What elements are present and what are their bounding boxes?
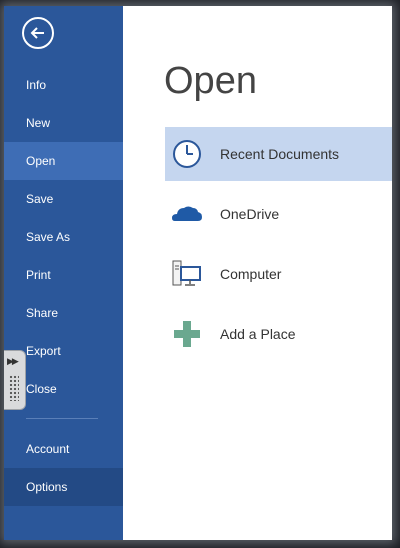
- location-computer[interactable]: Computer: [165, 247, 392, 301]
- open-pane: Open Recent Documents OneDrive Computer …: [123, 6, 392, 540]
- nav-item-save[interactable]: Save: [4, 180, 123, 218]
- backstage-sidebar: Info New Open Save Save As Print Share E…: [4, 6, 123, 540]
- nav-item-account[interactable]: Account: [4, 430, 123, 468]
- back-button[interactable]: [22, 17, 54, 49]
- nav-item-open[interactable]: Open: [4, 142, 123, 180]
- nav-item-save-as[interactable]: Save As: [4, 218, 123, 256]
- backstage-window: Info New Open Save Save As Print Share E…: [4, 6, 392, 540]
- side-panel-handle[interactable]: ▶▶: [4, 350, 26, 410]
- clock-icon: [173, 140, 201, 168]
- location-recent-documents[interactable]: Recent Documents: [165, 127, 392, 181]
- location-label: Recent Documents: [220, 146, 340, 162]
- location-onedrive[interactable]: OneDrive: [165, 187, 392, 241]
- location-add-a-place[interactable]: Add a Place: [165, 307, 392, 361]
- back-arrow-icon: [30, 27, 44, 39]
- sidebar-divider: [26, 418, 98, 419]
- location-label: OneDrive: [220, 206, 280, 222]
- plus-icon: [174, 321, 200, 347]
- cloud-icon: [172, 206, 202, 221]
- nav-item-info[interactable]: Info: [4, 66, 123, 104]
- nav-item-print[interactable]: Print: [4, 256, 123, 294]
- computer-icon: [172, 260, 201, 286]
- page-title: Open: [164, 60, 257, 102]
- nav-item-new[interactable]: New: [4, 104, 123, 142]
- nav-item-share[interactable]: Share: [4, 294, 123, 332]
- double-chevron-right-icon: ▶▶: [7, 356, 19, 366]
- location-label: Computer: [220, 266, 282, 282]
- location-label: Add a Place: [220, 326, 296, 342]
- grip-dots-icon: [9, 375, 19, 401]
- nav-item-options[interactable]: Options: [4, 468, 123, 506]
